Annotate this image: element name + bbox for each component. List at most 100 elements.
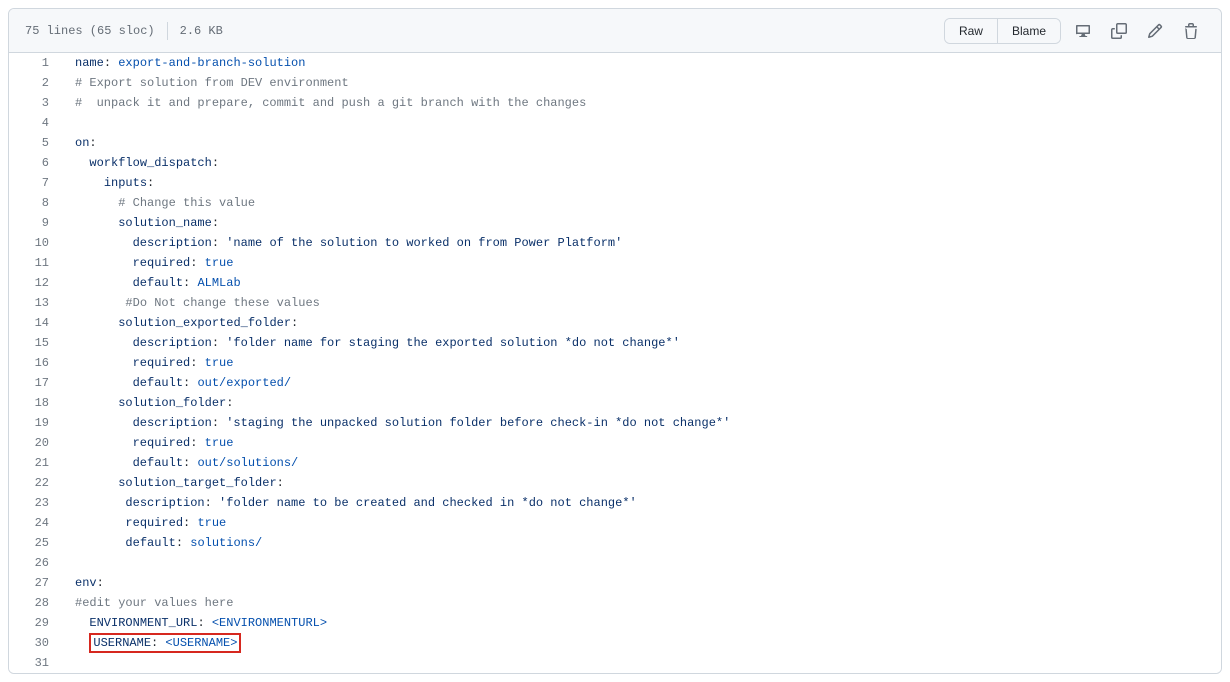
code-line: 16 required: true bbox=[9, 353, 1221, 373]
line-content[interactable]: USERNAME: <USERNAME> bbox=[59, 633, 1221, 653]
line-number[interactable]: 15 bbox=[9, 333, 59, 353]
highlighted-region: USERNAME: <USERNAME> bbox=[89, 633, 241, 653]
line-number[interactable]: 22 bbox=[9, 473, 59, 493]
line-content[interactable]: required: true bbox=[59, 253, 1221, 273]
line-number[interactable]: 31 bbox=[9, 653, 59, 673]
code-line: 31 bbox=[9, 653, 1221, 673]
line-number[interactable]: 21 bbox=[9, 453, 59, 473]
line-number[interactable]: 19 bbox=[9, 413, 59, 433]
line-number[interactable]: 28 bbox=[9, 593, 59, 613]
line-content[interactable]: # Export solution from DEV environment bbox=[59, 73, 1221, 93]
line-content[interactable] bbox=[59, 553, 1221, 573]
code-line: 14 solution_exported_folder: bbox=[9, 313, 1221, 333]
line-content[interactable]: # Change this value bbox=[59, 193, 1221, 213]
file-info: 75 lines (65 sloc) 2.6 KB bbox=[25, 22, 223, 40]
code-line: 1name: export-and-branch-solution bbox=[9, 53, 1221, 73]
line-number[interactable]: 18 bbox=[9, 393, 59, 413]
line-content[interactable]: default: out/solutions/ bbox=[59, 453, 1221, 473]
line-number[interactable]: 27 bbox=[9, 573, 59, 593]
line-number[interactable]: 2 bbox=[9, 73, 59, 93]
code-line: 12 default: ALMLab bbox=[9, 273, 1221, 293]
code-line: 24 required: true bbox=[9, 513, 1221, 533]
line-content[interactable]: #Do Not change these values bbox=[59, 293, 1221, 313]
line-content[interactable]: description: 'folder name to be created … bbox=[59, 493, 1221, 513]
line-content[interactable]: solution_exported_folder: bbox=[59, 313, 1221, 333]
line-number[interactable]: 12 bbox=[9, 273, 59, 293]
line-content[interactable]: #edit your values here bbox=[59, 593, 1221, 613]
line-number[interactable]: 7 bbox=[9, 173, 59, 193]
line-number[interactable]: 20 bbox=[9, 433, 59, 453]
code-line: 5on: bbox=[9, 133, 1221, 153]
line-number[interactable]: 17 bbox=[9, 373, 59, 393]
desktop-icon[interactable] bbox=[1069, 17, 1097, 45]
line-number[interactable]: 3 bbox=[9, 93, 59, 113]
copy-icon[interactable] bbox=[1105, 17, 1133, 45]
line-content[interactable]: on: bbox=[59, 133, 1221, 153]
line-number[interactable]: 11 bbox=[9, 253, 59, 273]
line-number[interactable]: 10 bbox=[9, 233, 59, 253]
code-line: 25 default: solutions/ bbox=[9, 533, 1221, 553]
code-line: 28#edit your values here bbox=[9, 593, 1221, 613]
info-divider bbox=[167, 22, 168, 40]
line-content[interactable]: description: 'staging the unpacked solut… bbox=[59, 413, 1221, 433]
line-content[interactable]: solution_target_folder: bbox=[59, 473, 1221, 493]
line-content[interactable]: default: out/exported/ bbox=[59, 373, 1221, 393]
line-content[interactable]: default: solutions/ bbox=[59, 533, 1221, 553]
line-count: 75 lines (65 sloc) bbox=[25, 24, 155, 38]
line-number[interactable]: 30 bbox=[9, 633, 59, 653]
raw-button[interactable]: Raw bbox=[945, 19, 997, 43]
edit-icon[interactable] bbox=[1141, 17, 1169, 45]
code-line: 6 workflow_dispatch: bbox=[9, 153, 1221, 173]
line-content[interactable]: env: bbox=[59, 573, 1221, 593]
line-number[interactable]: 9 bbox=[9, 213, 59, 233]
line-number[interactable]: 26 bbox=[9, 553, 59, 573]
code-table: 1name: export-and-branch-solution2# Expo… bbox=[9, 53, 1221, 673]
line-number[interactable]: 29 bbox=[9, 613, 59, 633]
code-line: 13 #Do Not change these values bbox=[9, 293, 1221, 313]
line-number[interactable]: 1 bbox=[9, 53, 59, 73]
line-number[interactable]: 14 bbox=[9, 313, 59, 333]
line-content[interactable]: description: 'name of the solution to wo… bbox=[59, 233, 1221, 253]
line-number[interactable]: 23 bbox=[9, 493, 59, 513]
code-line: 3# unpack it and prepare, commit and pus… bbox=[9, 93, 1221, 113]
code-line: 15 description: 'folder name for staging… bbox=[9, 333, 1221, 353]
line-content[interactable]: ENVIRONMENT_URL: <ENVIRONMENTURL> bbox=[59, 613, 1221, 633]
line-number[interactable]: 25 bbox=[9, 533, 59, 553]
line-number[interactable]: 8 bbox=[9, 193, 59, 213]
line-content[interactable]: name: export-and-branch-solution bbox=[59, 53, 1221, 73]
code-area[interactable]: 1name: export-and-branch-solution2# Expo… bbox=[9, 53, 1221, 673]
code-line: 23 description: 'folder name to be creat… bbox=[9, 493, 1221, 513]
code-line: 4 bbox=[9, 113, 1221, 133]
code-line: 9 solution_name: bbox=[9, 213, 1221, 233]
line-content[interactable]: solution_folder: bbox=[59, 393, 1221, 413]
code-line: 17 default: out/exported/ bbox=[9, 373, 1221, 393]
line-number[interactable]: 6 bbox=[9, 153, 59, 173]
line-content[interactable]: required: true bbox=[59, 433, 1221, 453]
code-line: 7 inputs: bbox=[9, 173, 1221, 193]
code-line: 21 default: out/solutions/ bbox=[9, 453, 1221, 473]
line-number[interactable]: 16 bbox=[9, 353, 59, 373]
line-content[interactable]: inputs: bbox=[59, 173, 1221, 193]
line-number[interactable]: 5 bbox=[9, 133, 59, 153]
line-content[interactable]: default: ALMLab bbox=[59, 273, 1221, 293]
code-line: 30 USERNAME: <USERNAME> bbox=[9, 633, 1221, 653]
line-number[interactable]: 24 bbox=[9, 513, 59, 533]
line-content[interactable]: required: true bbox=[59, 353, 1221, 373]
line-content[interactable]: # unpack it and prepare, commit and push… bbox=[59, 93, 1221, 113]
code-line: 29 ENVIRONMENT_URL: <ENVIRONMENTURL> bbox=[9, 613, 1221, 633]
line-content[interactable] bbox=[59, 113, 1221, 133]
blame-button[interactable]: Blame bbox=[997, 19, 1060, 43]
line-content[interactable]: required: true bbox=[59, 513, 1221, 533]
line-number[interactable]: 4 bbox=[9, 113, 59, 133]
code-line: 26 bbox=[9, 553, 1221, 573]
code-line: 27env: bbox=[9, 573, 1221, 593]
line-content[interactable] bbox=[59, 653, 1221, 673]
line-content[interactable]: solution_name: bbox=[59, 213, 1221, 233]
file-header: 75 lines (65 sloc) 2.6 KB Raw Blame bbox=[9, 9, 1221, 53]
line-number[interactable]: 13 bbox=[9, 293, 59, 313]
line-content[interactable]: workflow_dispatch: bbox=[59, 153, 1221, 173]
code-line: 19 description: 'staging the unpacked so… bbox=[9, 413, 1221, 433]
line-content[interactable]: description: 'folder name for staging th… bbox=[59, 333, 1221, 353]
delete-icon[interactable] bbox=[1177, 17, 1205, 45]
code-line: 22 solution_target_folder: bbox=[9, 473, 1221, 493]
